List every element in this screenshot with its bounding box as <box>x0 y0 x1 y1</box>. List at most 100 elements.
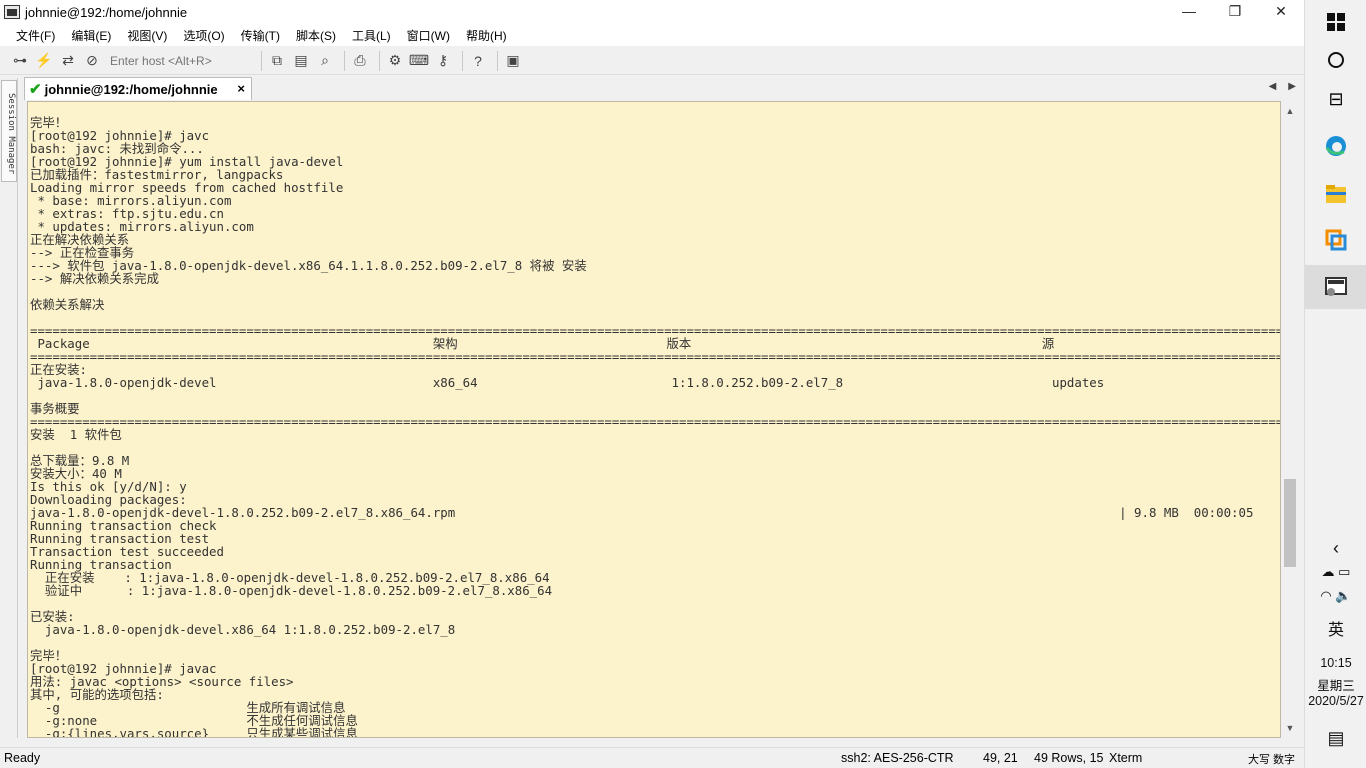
session-tab[interactable]: ✔ johnnie@192:/home/johnnie × <box>24 77 252 100</box>
status-cursor: 49, 21 <box>983 751 1018 765</box>
terminal-line: 验证中 : 1:java-1.8.0-openjdk-devel-1.8.0.2… <box>30 583 1281 598</box>
terminal-line: -g:{lines,vars,source} 只生成某些调试信息 <box>30 726 358 738</box>
terminal-line: 用法: javac <options> <source files> <box>30 674 294 689</box>
notification-center-icon[interactable]: ▤ <box>1305 728 1366 749</box>
terminal-line: Running transaction check <box>30 518 217 533</box>
securecrt-icon <box>1325 277 1347 296</box>
windows-taskbar: ⊟ ‹ ☁ ▭ ◠ 🔈 英 10:15 星期三 2020/5/27 ▤ <box>1304 0 1366 768</box>
terminal-line: 安装大小：40 M <box>30 466 122 481</box>
disconnect-link-icon[interactable]: ⊘ <box>82 51 102 71</box>
connect-icon[interactable]: ⊶ <box>10 51 30 71</box>
find-icon[interactable]: ⌕ <box>315 51 335 71</box>
key-agent-icon[interactable]: ⚷ <box>433 51 453 71</box>
search-button[interactable] <box>1305 38 1366 82</box>
terminal-line: * updates: mirrors.aliyun.com <box>30 219 254 234</box>
status-cipher: ssh2: AES-256-CTR <box>841 751 954 765</box>
paste-icon[interactable]: ▤ <box>291 51 311 71</box>
menu-view[interactable]: 视图(V) <box>119 27 175 44</box>
tray-icons: ☁ ▭ <box>1305 564 1366 580</box>
status-mode: 大写 数字 <box>1248 754 1296 766</box>
volume-icon[interactable]: 🔈 <box>1335 588 1351 603</box>
terminal-line: 安装 1 软件包 <box>30 427 122 442</box>
clock-weekday[interactable]: 星期三 <box>1305 675 1366 694</box>
tab-prev-icon[interactable]: ◀ <box>1269 81 1277 92</box>
reconnect-icon[interactable]: ⇄ <box>58 51 78 71</box>
tray-overflow-chevron[interactable]: ‹ <box>1305 538 1366 559</box>
close-button[interactable]: ✕ <box>1258 0 1304 22</box>
session-manager-tab[interactable]: Session Manager <box>1 80 17 182</box>
toolbar-separator <box>497 50 498 71</box>
menu-transfer[interactable]: 传输(T) <box>233 27 288 44</box>
onedrive-cloud-icon[interactable]: ☁ <box>1322 564 1335 579</box>
scroll-down-icon[interactable]: ▼ <box>1281 720 1299 736</box>
terminal-line: --> 解决依赖关系完成 <box>30 271 159 286</box>
toolbar-separator <box>462 50 463 71</box>
vmware-taskbar-item[interactable] <box>1305 218 1366 262</box>
terminal-app-icon <box>4 5 20 19</box>
toolbar-separator <box>379 50 380 71</box>
session-tab-label: johnnie@192:/home/johnnie <box>44 81 218 97</box>
copy-icon[interactable]: ⧉ <box>267 51 287 71</box>
terminal-line: 正在解决依赖关系 <box>30 232 130 247</box>
menu-window[interactable]: 窗口(W) <box>399 27 458 44</box>
battery-icon[interactable]: ▭ <box>1338 564 1350 579</box>
task-view-button[interactable]: ⊟ <box>1305 77 1366 121</box>
toolbar-separator <box>261 50 262 71</box>
terminal-output[interactable]: 完毕！ [root@192 johnnie]# javc bash: javc: 未… <box>27 101 1281 738</box>
tab-next-icon[interactable]: ▶ <box>1288 81 1296 92</box>
terminal-line: 总下载量：9.8 M <box>30 453 130 468</box>
toolbar: ⊶ ⚡ ⇄ ⊘ ⧉ ▤ ⌕ ⎙ ⚙ ⌨ ⚷ ? ▣ <box>0 47 1304 75</box>
terminal-scrollbar[interactable]: ▲ ▼ <box>1281 101 1299 738</box>
status-ready: Ready <box>4 751 41 765</box>
clock-date[interactable]: 2020/5/27 <box>1305 694 1366 708</box>
securecrt-window: johnnie@192:/home/johnnie — ❐ ✕ 文件(F) 编辑… <box>0 0 1304 768</box>
vmware-icon <box>1325 229 1347 251</box>
edge-taskbar-item[interactable] <box>1305 124 1366 168</box>
minimize-button[interactable]: — <box>1166 0 1212 22</box>
windows-logo-icon <box>1327 13 1345 31</box>
clock-time[interactable]: 10:15 <box>1305 656 1366 670</box>
wifi-icon[interactable]: ◠ <box>1320 588 1331 603</box>
menu-file[interactable]: 文件(F) <box>8 27 63 44</box>
tray-icons-row2: ◠ 🔈 <box>1305 588 1366 604</box>
scroll-up-icon[interactable]: ▲ <box>1281 103 1299 119</box>
status-size: 49 Rows, 15 <box>1034 751 1104 765</box>
terminal-line: ========================================… <box>30 349 1281 364</box>
terminal-line: 完毕！ <box>30 648 68 663</box>
securecrt-taskbar-item[interactable] <box>1305 265 1366 309</box>
terminal-line: 完毕！ <box>30 115 68 130</box>
keymap-icon[interactable]: ⌨ <box>409 51 429 71</box>
menu-tools[interactable]: 工具(L) <box>344 27 399 44</box>
terminal-line: 依赖关系解决 <box>30 297 105 312</box>
print-icon[interactable]: ⎙ <box>350 51 370 71</box>
status-term: Xterm <box>1109 751 1143 765</box>
terminal-line: Transaction test succeeded <box>30 544 224 559</box>
title-bar[interactable]: johnnie@192:/home/johnnie — ❐ ✕ <box>0 0 1304 24</box>
quick-connect-icon[interactable]: ⚡ <box>34 51 54 71</box>
terminal-line: java-1.8.0-openjdk-devel.x86_64 1:1.8.0.… <box>30 622 456 637</box>
terminal-line: java-1.8.0-openjdk-devel x86_64 1:1.8.0.… <box>30 375 1281 390</box>
settings-gear-icon[interactable]: ⚙ <box>385 51 405 71</box>
tab-close-icon[interactable]: × <box>237 81 245 96</box>
help-icon[interactable]: ? <box>468 51 488 71</box>
input-method-indicator[interactable]: 英 <box>1305 616 1366 640</box>
menu-script[interactable]: 脚本(S) <box>288 27 344 44</box>
toolbar-separator <box>344 50 345 71</box>
terminal-line: Is this ok [y/d/N]: y <box>30 479 187 494</box>
screen-icon[interactable]: ▣ <box>503 51 523 71</box>
maximize-button[interactable]: ❐ <box>1212 0 1258 22</box>
menu-bar: 文件(F) 编辑(E) 视图(V) 选项(O) 传输(T) 脚本(S) 工具(L… <box>0 24 1304 46</box>
menu-edit[interactable]: 编辑(E) <box>63 27 119 44</box>
menu-options[interactable]: 选项(O) <box>175 27 232 44</box>
folder-icon <box>1326 185 1346 203</box>
explorer-taskbar-item[interactable] <box>1305 172 1366 216</box>
terminal-line: ---> 软件包 java-1.8.0-openjdk-devel.x86_64… <box>30 258 587 273</box>
menu-help[interactable]: 帮助(H) <box>458 27 515 44</box>
edge-browser-icon <box>1325 136 1346 156</box>
scrollbar-thumb[interactable] <box>1284 479 1296 567</box>
host-input[interactable] <box>106 50 256 71</box>
